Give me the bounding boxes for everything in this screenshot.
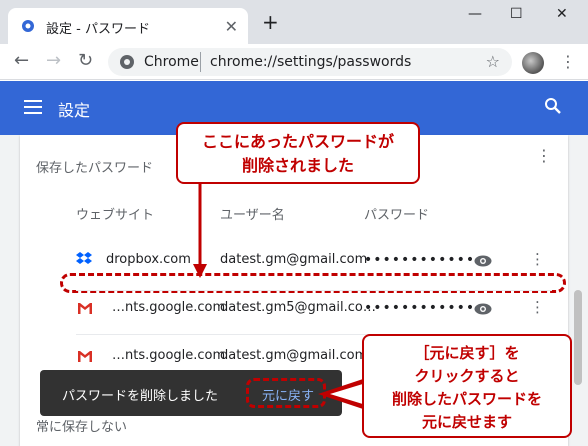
omnibox-url[interactable]: chrome://settings/passwords [210, 54, 411, 70]
section-more-icon[interactable]: ⋮ [536, 146, 552, 165]
maximize-icon[interactable]: ☐ [510, 6, 523, 22]
row-more-icon[interactable]: ⋮ [530, 250, 545, 268]
callout-pointer [318, 378, 366, 410]
row-site: dropbox.com [106, 252, 191, 267]
reload-icon[interactable]: ↻ [78, 52, 93, 70]
undo-callout: ［元に戻す］を クリックすると 削除したパスワードを 元に戻せます [362, 334, 572, 438]
tab-settings[interactable]: 設定 - パスワード ✕ [8, 8, 248, 44]
hamburger-menu-icon[interactable] [24, 100, 42, 114]
callout-line: ［元に戻す］を [414, 344, 520, 362]
row-divider [76, 290, 552, 291]
search-icon[interactable] [544, 97, 562, 115]
callout-arrow [193, 184, 207, 278]
tab-title: 設定 - パスワード [46, 22, 150, 37]
scrollbar-thumb[interactable] [574, 290, 582, 385]
callout-line: ここにあったパスワードが [201, 132, 394, 151]
deleted-callout: ここにあったパスワードが 削除されました [176, 122, 420, 184]
row-site: …nts.google.com [112, 348, 226, 363]
callout-line: 削除したパスワードを [391, 390, 542, 408]
row-username: datest.gm@gmail.com [220, 252, 368, 267]
saved-passwords-heading: 保存したパスワード [36, 161, 154, 176]
forward-icon[interactable]: → [46, 52, 61, 70]
callout-line: クリックすると [414, 367, 520, 385]
column-header-website: ウェブサイト [76, 208, 155, 223]
profile-avatar[interactable] [522, 52, 544, 74]
row-username: datest.gm5@gmail.co… [220, 300, 376, 315]
row-password: •••••••••••• [364, 300, 476, 316]
omnibox-divider [200, 52, 201, 72]
minimize-icon[interactable]: — [468, 6, 482, 22]
show-password-icon[interactable] [474, 303, 492, 315]
undo-highlight [246, 378, 326, 408]
tab-strip: 設定 - パスワード ✕ + — ☐ ✕ [0, 0, 588, 44]
dropbox-icon [76, 252, 92, 264]
address-bar[interactable]: Chrome chrome://settings/passwords ☆ [108, 48, 512, 76]
row-site: …nts.google.com [112, 300, 226, 315]
chrome-icon [120, 55, 134, 69]
browser-toolbar: ← → ↻ Chrome chrome://settings/passwords… [0, 44, 588, 80]
column-header-password: パスワード [364, 208, 430, 223]
omnibox-scheme: Chrome [144, 54, 199, 70]
bookmark-star-icon[interactable]: ☆ [486, 52, 500, 71]
snackbar-message: パスワードを削除しました [62, 389, 219, 404]
page-title: 設定 [58, 101, 91, 120]
back-icon[interactable]: ← [14, 52, 29, 70]
browser-menu-icon[interactable]: ⋮ [560, 52, 576, 71]
close-tab-icon[interactable]: ✕ [225, 17, 238, 36]
new-tab-icon[interactable]: + [262, 12, 279, 32]
close-window-icon[interactable]: ✕ [556, 6, 568, 22]
row-more-icon[interactable]: ⋮ [530, 298, 545, 316]
row-username: datest.gm@gmail.com [220, 348, 368, 363]
gear-icon [22, 20, 34, 32]
gmail-icon [78, 351, 92, 362]
gmail-icon [78, 303, 92, 314]
callout-line: 削除されました [241, 156, 354, 175]
callout-line: 元に戻せます [421, 413, 512, 431]
row-password: •••••••••••• [364, 252, 476, 268]
never-saved-heading: 常に保存しない [36, 420, 128, 435]
column-header-username: ユーザー名 [220, 208, 285, 223]
show-password-icon[interactable] [474, 255, 492, 267]
